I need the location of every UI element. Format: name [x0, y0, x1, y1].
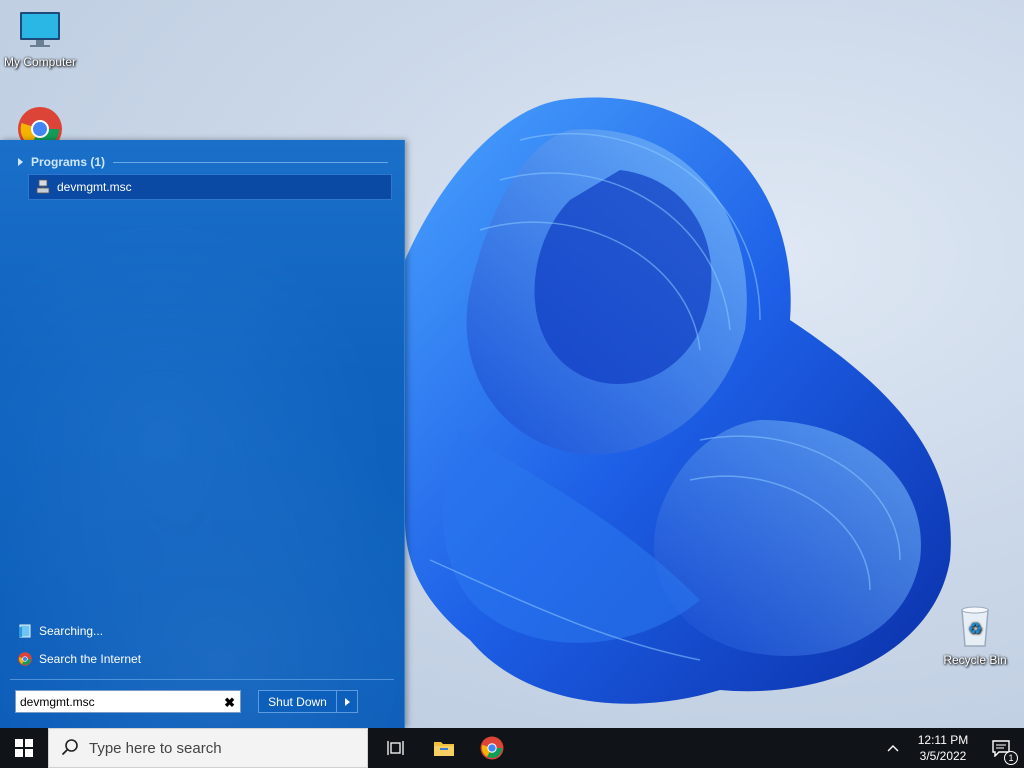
chevron-right-icon — [344, 697, 350, 706]
search-library-icon — [18, 624, 32, 638]
start-search-box[interactable]: ✖ — [15, 690, 241, 713]
desktop-icon-my-computer[interactable]: My Computer — [0, 10, 80, 69]
desktop-icon-label: Recycle Bin — [943, 653, 1007, 667]
svg-text:♻: ♻ — [968, 619, 982, 638]
desktop-icon-label: My Computer — [3, 55, 77, 69]
search-internet-label: Search the Internet — [39, 652, 142, 666]
searching-label: Searching... — [39, 624, 104, 638]
search-icon — [61, 738, 79, 759]
taskbar-search-placeholder: Type here to search — [89, 739, 222, 757]
system-tray: 12:11 PM 3/5/2022 1 — [878, 728, 1024, 768]
task-view-icon — [387, 741, 404, 755]
desktop-icon-recycle-bin[interactable]: ♻ Recycle Bin — [935, 604, 1015, 667]
clock[interactable]: 12:11 PM 3/5/2022 — [908, 732, 978, 764]
programs-group-header[interactable]: Programs (1) — [18, 154, 388, 170]
file-explorer-button[interactable] — [420, 728, 468, 768]
shutdown-options-button[interactable] — [337, 691, 357, 712]
chrome-icon — [480, 736, 504, 760]
search-internet-link[interactable]: Search the Internet — [18, 652, 141, 666]
shutdown-button-group: Shut Down — [258, 690, 358, 713]
chrome-taskbar-button[interactable] — [468, 728, 516, 768]
programs-header-label: Programs (1) — [31, 155, 106, 169]
searching-link[interactable]: Searching... — [18, 624, 103, 638]
taskbar-search-box[interactable]: Type here to search — [48, 728, 368, 768]
monitor-icon — [0, 10, 80, 53]
chrome-icon — [18, 652, 32, 666]
clock-time: 12:11 PM — [917, 733, 969, 747]
show-hidden-icons-button[interactable] — [878, 744, 908, 752]
windows-logo-icon — [15, 739, 33, 757]
clock-date: 3/5/2022 — [919, 749, 967, 763]
device-manager-icon — [35, 179, 51, 195]
expand-arrow-icon — [18, 158, 23, 166]
action-center-button[interactable]: 1 — [978, 739, 1024, 765]
shutdown-button[interactable]: Shut Down — [259, 691, 337, 712]
file-explorer-icon — [434, 742, 454, 756]
search-result-label: devmgmt.msc — [57, 180, 132, 194]
start-button[interactable] — [0, 728, 48, 768]
recycle-bin-icon: ♻ — [935, 604, 1015, 651]
start-search-input[interactable] — [20, 694, 210, 709]
clear-search-icon[interactable]: ✖ — [224, 695, 235, 711]
task-view-button[interactable] — [372, 728, 420, 768]
taskbar: Type here to search 12:11 PM 3/5/2022 1 — [0, 728, 1024, 768]
search-result-devmgmt[interactable]: devmgmt.msc — [28, 174, 392, 200]
chevron-up-icon — [887, 745, 899, 752]
divider — [10, 679, 394, 680]
notification-count-badge: 1 — [1004, 751, 1018, 765]
start-menu: Programs (1) devmgmt.msc Searching... Se… — [0, 140, 405, 728]
